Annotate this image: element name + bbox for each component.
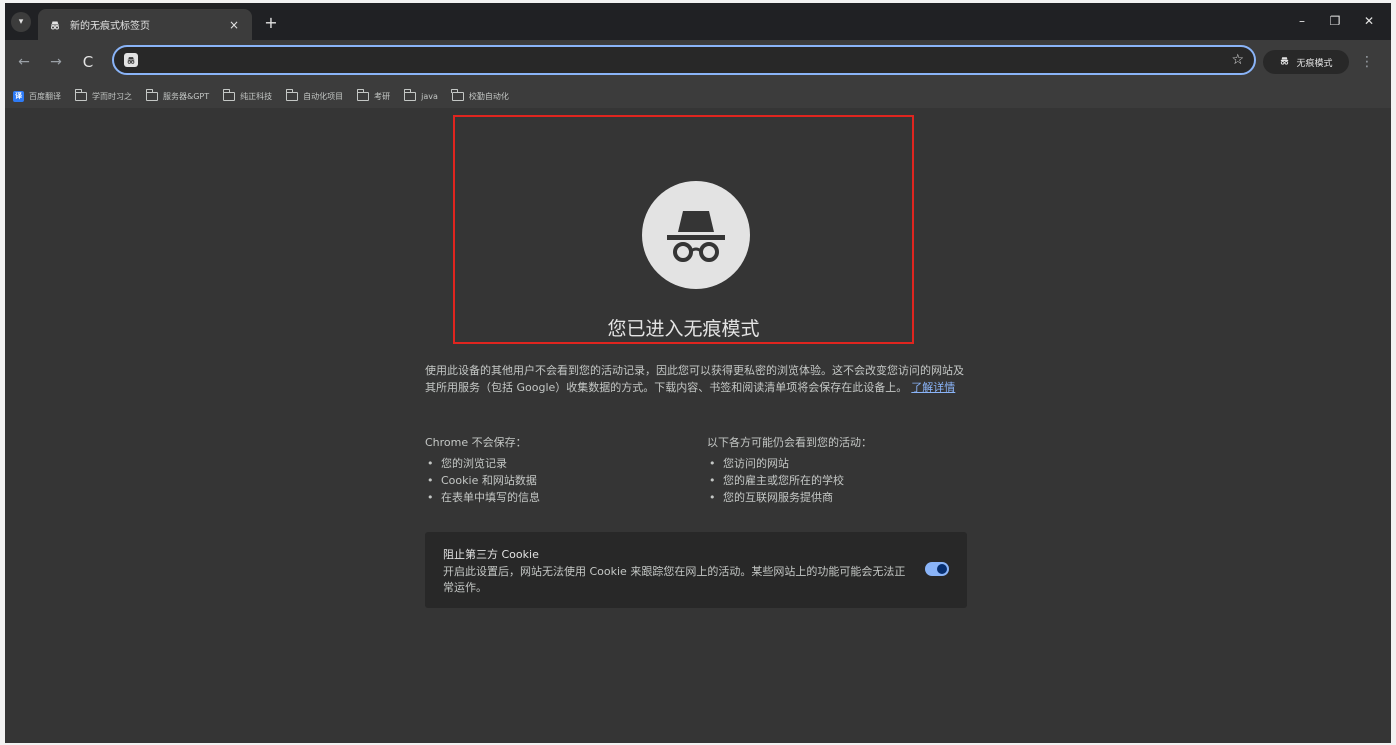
chevron-down-icon: ▾ xyxy=(18,17,24,27)
bookmark-folder[interactable]: 考研 xyxy=(356,89,391,102)
new-tab-button[interactable]: + xyxy=(261,12,281,32)
bookmark-folder[interactable]: java xyxy=(403,89,438,101)
incognito-icon xyxy=(642,181,750,289)
folder-icon xyxy=(403,89,417,101)
bookmark-folder[interactable]: 服务器&GPT xyxy=(145,89,210,102)
bookmark-label: 服务器&GPT xyxy=(163,91,210,101)
folder-icon xyxy=(222,89,236,101)
tab-title: 新的无痕式标签页 xyxy=(70,21,150,32)
toolbar: ← → C ☆ 无痕模式 ⋮ xyxy=(5,40,1391,84)
list-item: 您访问的网站 xyxy=(707,455,977,472)
incognito-page: 您已进入无痕模式 使用此设备的其他用户不会看到您的活动记录，因此您可以获得更私密… xyxy=(5,108,1391,743)
incognito-icon xyxy=(1279,55,1290,69)
list-item: 在表单中填写的信息 xyxy=(425,489,695,506)
list-item: 您的浏览记录 xyxy=(425,455,695,472)
bookmark-label: 考研 xyxy=(374,91,391,101)
incognito-icon xyxy=(48,18,62,32)
bookmark-folder[interactable]: 学而时习之 xyxy=(74,89,132,102)
bookmark-folder[interactable]: 校勤自动化 xyxy=(451,89,509,102)
description: 使用此设备的其他用户不会看到您的活动记录，因此您可以获得更私密的浏览体验。这不会… xyxy=(425,362,971,396)
menu-button[interactable]: ⋮ xyxy=(1357,51,1377,73)
bookmark-label: 校勤自动化 xyxy=(468,91,509,101)
incognito-icon xyxy=(124,53,138,67)
tab-search-button[interactable]: ▾ xyxy=(11,12,31,32)
bookmark-label: 纯正科技 xyxy=(240,91,273,101)
description-text: 使用此设备的其他用户不会看到您的活动记录，因此您可以获得更私密的浏览体验。这不会… xyxy=(425,364,964,394)
window-close-button[interactable]: ✕ xyxy=(1357,11,1381,31)
browser-window: ▾ 新的无痕式标签页 × + – ❐ ✕ ← → C ☆ 无痕模式 ⋮ 译 百度… xyxy=(5,3,1391,743)
folder-icon xyxy=(451,89,464,101)
translate-icon: 译 xyxy=(13,90,24,102)
block-cookies-toggle[interactable] xyxy=(925,562,949,576)
page-title: 您已进入无痕模式 xyxy=(607,318,760,340)
reload-button[interactable]: C xyxy=(77,51,99,73)
toggle-knob xyxy=(937,564,947,574)
bookmark-star-icon[interactable]: ☆ xyxy=(1231,52,1244,68)
bookmark-label: 学而时习之 xyxy=(92,91,132,101)
minimize-button[interactable]: – xyxy=(1290,11,1314,31)
visible-heading: 以下各方可能仍会看到您的活动： xyxy=(707,436,872,449)
address-bar[interactable]: ☆ xyxy=(112,45,1256,75)
address-input[interactable] xyxy=(146,53,1232,67)
back-button[interactable]: ← xyxy=(13,51,35,73)
not-saved-heading: Chrome 不会保存： xyxy=(425,436,527,449)
not-saved-section: Chrome 不会保存： 您的浏览记录 Cookie 和网站数据 在表单中填写的… xyxy=(425,434,695,506)
folder-icon xyxy=(74,89,87,101)
bookmark-label: 百度翻译 xyxy=(29,91,61,101)
close-icon[interactable]: × xyxy=(226,18,242,32)
visible-to-section: 以下各方可能仍会看到您的活动： 您访问的网站 您的雇主或您所在的学校 您的互联网… xyxy=(707,434,977,506)
restore-button[interactable]: ❐ xyxy=(1323,11,1347,31)
folder-icon xyxy=(356,89,370,101)
list-item: 您的互联网服务提供商 xyxy=(707,489,977,506)
cookie-setting-card: 阻止第三方 Cookie 开启此设置后，网站无法使用 Cookie 来跟踪您在网… xyxy=(425,532,967,608)
tab-incognito[interactable]: 新的无痕式标签页 × xyxy=(38,9,252,40)
incognito-badge[interactable]: 无痕模式 xyxy=(1263,50,1349,74)
forward-button[interactable]: → xyxy=(45,51,67,73)
cookie-description: 开启此设置后，网站无法使用 Cookie 来跟踪您在网上的活动。某些网站上的功能… xyxy=(443,565,906,594)
bookmark-folder[interactable]: 纯正科技 xyxy=(222,89,273,102)
list-item: 您的雇主或您所在的学校 xyxy=(707,472,977,489)
tab-strip: ▾ 新的无痕式标签页 × + – ❐ ✕ xyxy=(5,3,1391,40)
folder-icon xyxy=(145,89,158,101)
learn-more-link[interactable]: 了解详情 xyxy=(911,381,955,394)
bookmark-label: 自动化项目 xyxy=(303,91,344,101)
cookie-title: 阻止第三方 Cookie xyxy=(443,548,539,561)
folder-icon xyxy=(285,89,299,101)
incognito-label: 无痕模式 xyxy=(1296,58,1333,69)
list-item: Cookie 和网站数据 xyxy=(425,472,695,489)
bookmark-label: java xyxy=(421,91,438,101)
bookmark-folder[interactable]: 自动化项目 xyxy=(285,89,344,102)
bookmark-item[interactable]: 译 百度翻译 xyxy=(13,90,61,102)
bookmarks-bar: 译 百度翻译 学而时习之 服务器&GPT 纯正科技 自动化项目 考研 java xyxy=(5,84,1391,108)
